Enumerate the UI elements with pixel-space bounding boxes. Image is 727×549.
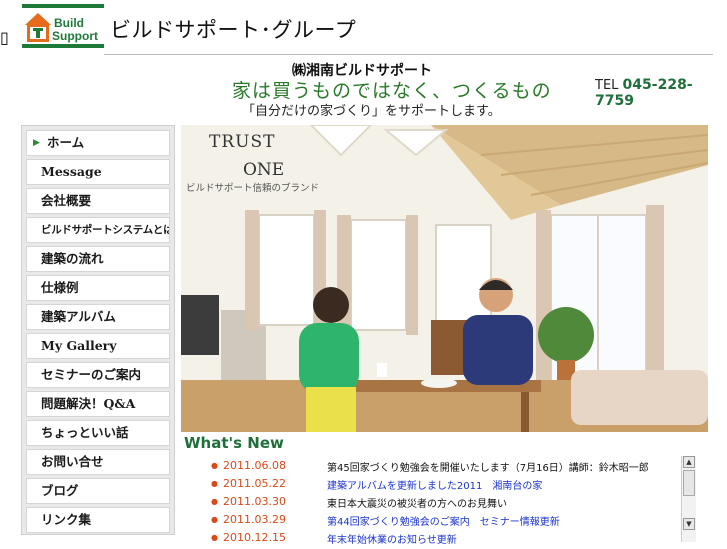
arrow-right-icon: ▶ <box>33 138 40 148</box>
news-text: 第45回家づくり勉強会を開催いたします（7月16日）講師：鈴木昭一郎 <box>327 463 649 474</box>
sub-tagline: 「自分だけの家づくり」をサポートします。 <box>242 104 501 119</box>
menu-item-spec-examples[interactable]: 仕様例 <box>26 275 170 301</box>
news-link[interactable]: 年末年始休業のお知らせ更新 <box>327 531 457 546</box>
news-item[interactable]: 2011.03.29 第44回家づくり勉強会のご案内 セミナー情報更新 <box>181 513 678 531</box>
menu-item-label: Message <box>41 164 102 179</box>
news-scrollbar[interactable]: ▲ ▼ <box>681 456 696 542</box>
news-date: 2011.03.30 <box>211 495 286 508</box>
scroll-up-icon[interactable]: ▲ <box>683 456 695 468</box>
brand-one-text: ONE <box>243 160 284 180</box>
menu-item-label: My Gallery <box>41 338 117 353</box>
news-item: 2011.06.08 第45回家づくり勉強会を開催いたします（7月16日）講師：… <box>181 459 678 477</box>
build-support-logo[interactable]: Build Support <box>22 4 104 48</box>
menu-item-label: お問い合せ <box>41 454 104 469</box>
menu-item-links[interactable]: リンク集 <box>26 507 170 533</box>
menu-item-my-gallery[interactable]: My Gallery <box>26 333 170 359</box>
news-link[interactable]: 第44回家づくり勉強会のご案内 セミナー情報更新 <box>327 513 560 528</box>
menu-item-blog[interactable]: ブログ <box>26 478 170 504</box>
menu-item-good-stories[interactable]: ちょっといい話 <box>26 420 170 446</box>
menu-item-label: 建築アルバム <box>41 309 116 324</box>
menu-item-seminar[interactable]: セミナーのご案内 <box>26 362 170 388</box>
news-item[interactable]: 2010.12.15 年末年始休業のお知らせ更新 <box>181 531 678 549</box>
news-text: 東日本大震災の被災者の方へのお見舞い <box>327 499 507 510</box>
menu-item-label: 会社概要 <box>41 193 92 208</box>
menu-item-construction-flow[interactable]: 建築の流れ <box>26 246 170 272</box>
menu-item-label: 仕様例 <box>41 280 79 295</box>
menu-item-label: リンク集 <box>41 512 92 527</box>
menu-item-home[interactable]: ▶ ホーム <box>26 130 170 156</box>
tagline: 家は買うものではなく、つくるもの <box>232 80 552 102</box>
news-item: 2011.03.30 東日本大震災の被災者の方へのお見舞い <box>181 495 678 513</box>
tel-label: TEL <box>595 78 619 93</box>
menu-item-label: セミナーのご案内 <box>41 367 142 382</box>
menu-item-contact[interactable]: お問い合せ <box>26 449 170 475</box>
tel-number: TEL 045-228-7759 <box>595 77 727 109</box>
menu-item-label: ホーム <box>47 135 85 150</box>
whats-new-title: What's New <box>184 434 284 452</box>
menu-item-label: ちょっといい話 <box>41 425 129 440</box>
menu-item-system[interactable]: ビルドサポートシステムとは <box>26 217 170 243</box>
menu-item-album[interactable]: 建築アルバム <box>26 304 170 330</box>
news-item[interactable]: 2011.05.22 建築アルバムを更新しました2011 湘南台の家 <box>181 477 678 495</box>
menu-item-label: 問題解決！Q&A <box>41 396 136 411</box>
menu-item-label: ビルドサポートシステムとは <box>41 224 170 236</box>
logo-line2: Support <box>52 29 98 43</box>
side-navigation: ▶ ホーム Message 会社概要 ビルドサポートシステムとは 建築の流れ 仕… <box>21 125 175 535</box>
menu-item-company-profile[interactable]: 会社概要 <box>26 188 170 214</box>
news-date: 2011.03.29 <box>211 513 286 526</box>
brand-caption: ビルドサポート信頼のブランド <box>186 182 319 194</box>
header-divider <box>104 54 713 55</box>
news-link[interactable]: 建築アルバムを更新しました2011 湘南台の家 <box>327 477 542 492</box>
scroll-thumb[interactable] <box>683 470 695 496</box>
scroll-down-icon[interactable]: ▼ <box>683 518 695 530</box>
menu-item-label: ブログ <box>41 483 79 498</box>
menu-item-message[interactable]: Message <box>26 159 170 185</box>
site-title: ビルドサポート･グループ <box>110 18 357 42</box>
logo-line1: Build <box>54 16 84 30</box>
menu-item-qa[interactable]: 問題解決！Q&A <box>26 391 170 417</box>
brand-trust-text: TRUST <box>209 132 275 152</box>
news-date: 2011.06.08 <box>211 459 286 472</box>
hero-photo: TRUST ONE ビルドサポート信頼のブランド <box>181 125 708 432</box>
menu-item-label: 建築の流れ <box>41 251 104 266</box>
news-date: 2011.05.22 <box>211 477 286 490</box>
news-date: 2010.12.15 <box>211 531 286 544</box>
missing-glyph-icon: ▯ <box>0 28 9 47</box>
